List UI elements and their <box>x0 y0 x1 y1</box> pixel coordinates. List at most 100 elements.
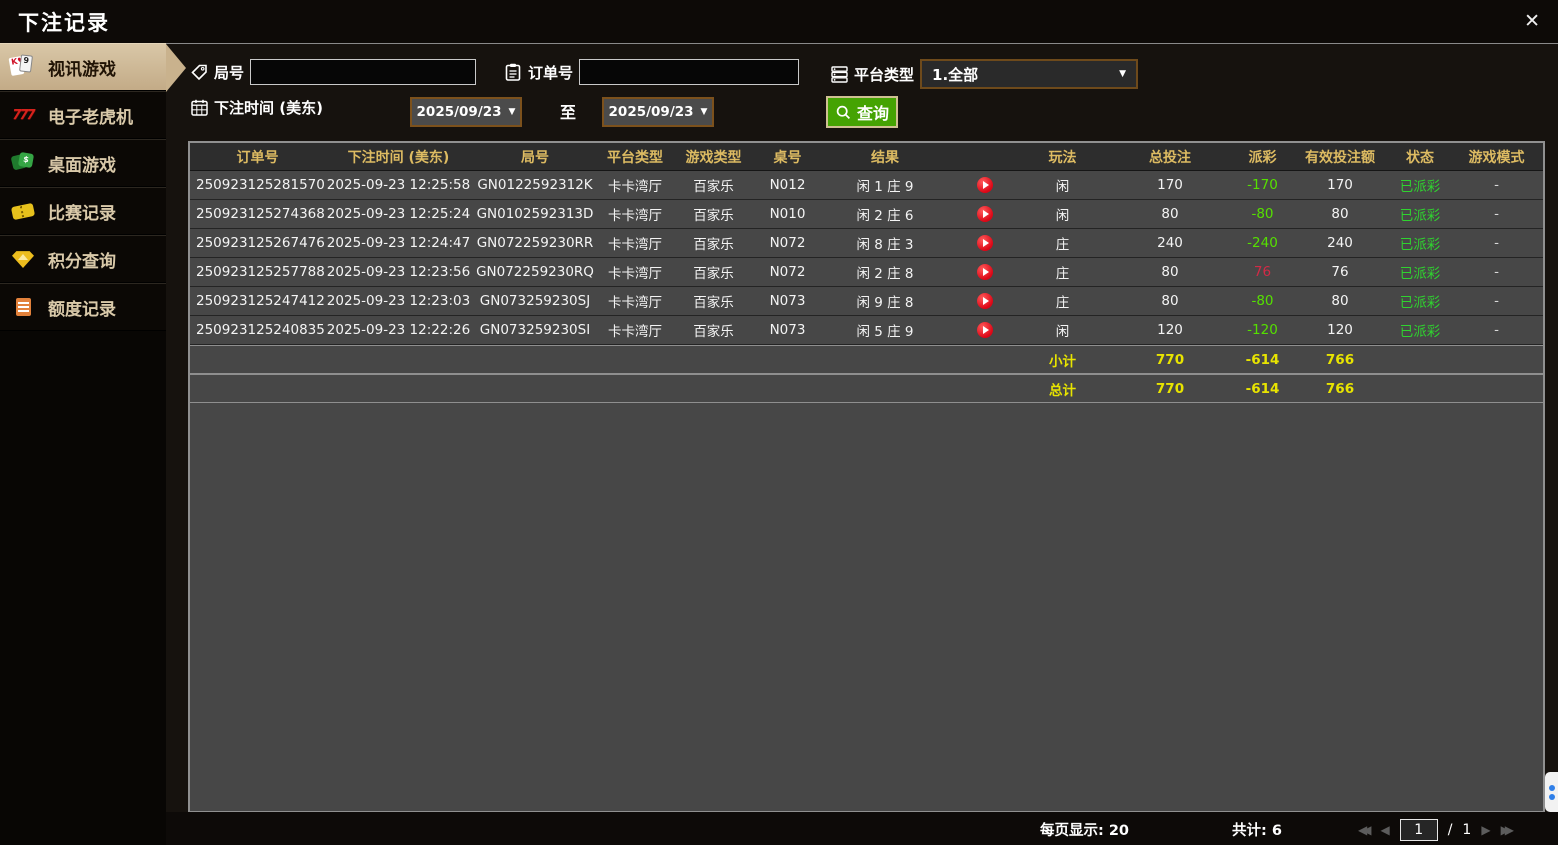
bet-type-cell: 庄 <box>1055 266 1070 282</box>
bet-type-cell: 闲 <box>1055 208 1070 224</box>
bet-records-table: 订单号 下注时间 (美东) 局号 平台类型 游戏类型 桌号 结果 玩法 总投注 派彩 有效投注额 状态… <box>188 141 1545 813</box>
page-input[interactable]: 1 <box>1399 819 1438 841</box>
table-row: 250923125240835 2025-09-23 12:22:26 GN0732… <box>190 316 1543 345</box>
search-button[interactable]: 查询 <box>826 96 898 128</box>
chevron-down-icon: ▼ <box>1119 69 1127 79</box>
valid-bet-cell: 170 <box>1327 177 1353 193</box>
play-video-icon[interactable] <box>977 322 993 338</box>
bet-time-cell: 2025-09-23 12:23:56 <box>326 264 471 280</box>
round-number-cell: GN073259230SJ <box>479 293 591 309</box>
platform-select[interactable]: 1.全部 ▼ <box>920 59 1139 89</box>
order-input[interactable] <box>579 59 800 85</box>
platform-cell: 卡卡湾厅 <box>608 179 662 195</box>
round-filter-label: 局号 <box>214 63 245 82</box>
next-page-button[interactable]: ▶ <box>1481 821 1490 839</box>
per-page-label: 每页显示: 20 <box>1040 823 1130 839</box>
result-cell: 闲 9 庄 8 <box>820 291 1020 311</box>
sidebar-item-label: 桌面游戏 <box>48 155 116 176</box>
date-to-picker[interactable]: 2025/09/23 ▼ <box>602 97 714 127</box>
close-icon[interactable]: ✕ <box>1524 12 1540 31</box>
total-payout: -614 <box>1245 380 1280 397</box>
result-text: 闲 2 庄 8 <box>856 266 914 282</box>
game-mode-cell: - <box>1494 206 1499 222</box>
bet-time-cell: 2025-09-23 12:22:26 <box>326 322 471 338</box>
sidebar-item-video-games[interactable]: K♥ 9 视讯游戏 <box>0 43 186 92</box>
play-video-icon[interactable] <box>977 177 993 193</box>
total-label: 总计 <box>1049 382 1076 399</box>
prev-page-button[interactable]: ◀ <box>1380 821 1389 839</box>
date-from-picker[interactable]: 2025/09/23 ▼ <box>410 97 522 127</box>
table-number-cell: N072 <box>769 235 806 251</box>
game-type-cell: 百家乐 <box>693 237 734 253</box>
play-video-icon[interactable] <box>977 235 993 251</box>
clipboard-icon <box>504 63 522 81</box>
tag-icon <box>190 63 208 81</box>
total-row: 总计 770 -614 766 <box>190 374 1543 403</box>
game-type-cell: 百家乐 <box>693 179 734 195</box>
table-number-cell: N073 <box>769 293 806 309</box>
first-page-button[interactable]: ◀◀ <box>1358 821 1372 839</box>
column-header: 平台类型 <box>607 149 663 166</box>
table-games-icon: $ <box>9 150 37 176</box>
total-valid-bet: 766 <box>1325 380 1355 397</box>
chevron-down-icon: ▼ <box>700 107 708 117</box>
result-text: 闲 2 庄 6 <box>856 208 914 224</box>
game-mode-cell: - <box>1494 177 1499 193</box>
column-header: 派彩 <box>1248 149 1277 166</box>
table-number-cell: N073 <box>769 322 806 338</box>
payout-cell: -120 <box>1247 322 1278 338</box>
play-video-icon[interactable] <box>977 206 993 222</box>
sidebar-item-points-query[interactable]: 积分查询 <box>0 235 166 283</box>
platform-filter-label: 平台类型 <box>854 65 915 84</box>
bet-type-cell: 闲 <box>1055 324 1070 340</box>
order-filter: 订单号 <box>504 59 800 85</box>
subtotal-valid-bet: 766 <box>1325 351 1355 368</box>
sidebar-item-match-records[interactable]: 比赛记录 <box>0 187 166 235</box>
game-mode-cell: - <box>1494 293 1499 309</box>
table-header-row: 订单号 下注时间 (美东) 局号 平台类型 游戏类型 桌号 结果 玩法 总投注 派彩 有效投注额 状态… <box>190 143 1543 171</box>
play-video-icon[interactable] <box>977 264 993 280</box>
sidebar-item-table-games[interactable]: $ 桌面游戏 <box>0 139 166 187</box>
content-area: 局号 订单号 平台类型 1.全部 ▼ 下注时间 (美东) 2025/09/23 … <box>166 43 1558 845</box>
payout-cell: -240 <box>1247 235 1278 251</box>
platform-cell: 卡卡湾厅 <box>608 295 662 311</box>
column-header: 局号 <box>521 149 549 166</box>
play-video-icon[interactable] <box>977 293 993 309</box>
result-cell: 闲 8 庄 3 <box>820 233 1020 253</box>
side-widget-button[interactable] <box>1545 772 1558 812</box>
bet-type-cell: 庄 <box>1055 237 1070 253</box>
sidebar-item-quota-records[interactable]: 额度记录 <box>0 283 166 331</box>
order-number-cell: 250923125281570 <box>196 177 325 193</box>
round-input[interactable] <box>250 59 477 85</box>
betting-records-window: 下注记录 ✕ K♥ 9 视讯游戏 777 电子老虎机 $ 桌面游戏 比赛记录 积… <box>0 0 1558 845</box>
valid-bet-cell: 76 <box>1331 264 1349 280</box>
column-header: 玩法 <box>1048 149 1077 166</box>
playing-cards-icon: K♥ 9 <box>8 54 37 80</box>
total-bet-cell: 240 <box>1157 235 1183 251</box>
last-page-button[interactable]: ▶▶ <box>1501 821 1515 839</box>
order-number-cell: 250923125267476 <box>196 235 325 251</box>
valid-bet-cell: 80 <box>1331 293 1349 309</box>
subtotal-payout: -614 <box>1245 351 1280 368</box>
platform-select-value: 1.全部 <box>932 65 979 84</box>
bet-time-cell: 2025-09-23 12:24:47 <box>326 235 471 251</box>
bet-time-filter-label: 下注时间 (美东) <box>214 99 323 117</box>
order-number-cell: 250923125240835 <box>196 322 325 338</box>
calendar-icon <box>190 99 208 117</box>
result-cell: 闲 2 庄 6 <box>820 204 1020 224</box>
page-title: 下注记录 <box>18 10 110 35</box>
server-stack-icon <box>830 65 848 83</box>
sidebar-item-slots[interactable]: 777 电子老虎机 <box>0 91 166 139</box>
date-from-value: 2025/09/23 <box>416 104 502 120</box>
table-row: 250923125267476 2025-09-23 12:24:47 GN0722… <box>190 229 1543 258</box>
game-type-cell: 百家乐 <box>693 266 734 282</box>
table-number-cell: N012 <box>769 177 806 193</box>
total-total-bet: 770 <box>1155 380 1185 397</box>
payout-cell: -80 <box>1251 206 1274 222</box>
sidebar: K♥ 9 视讯游戏 777 电子老虎机 $ 桌面游戏 比赛记录 积分查询 额度记… <box>0 43 186 845</box>
result-cell: 闲 1 庄 9 <box>820 175 1020 195</box>
round-number-cell: GN073259230SI <box>479 322 591 338</box>
bet-type-cell: 庄 <box>1055 295 1070 311</box>
game-mode-cell: - <box>1494 264 1499 280</box>
chevron-down-icon: ▼ <box>508 107 516 117</box>
